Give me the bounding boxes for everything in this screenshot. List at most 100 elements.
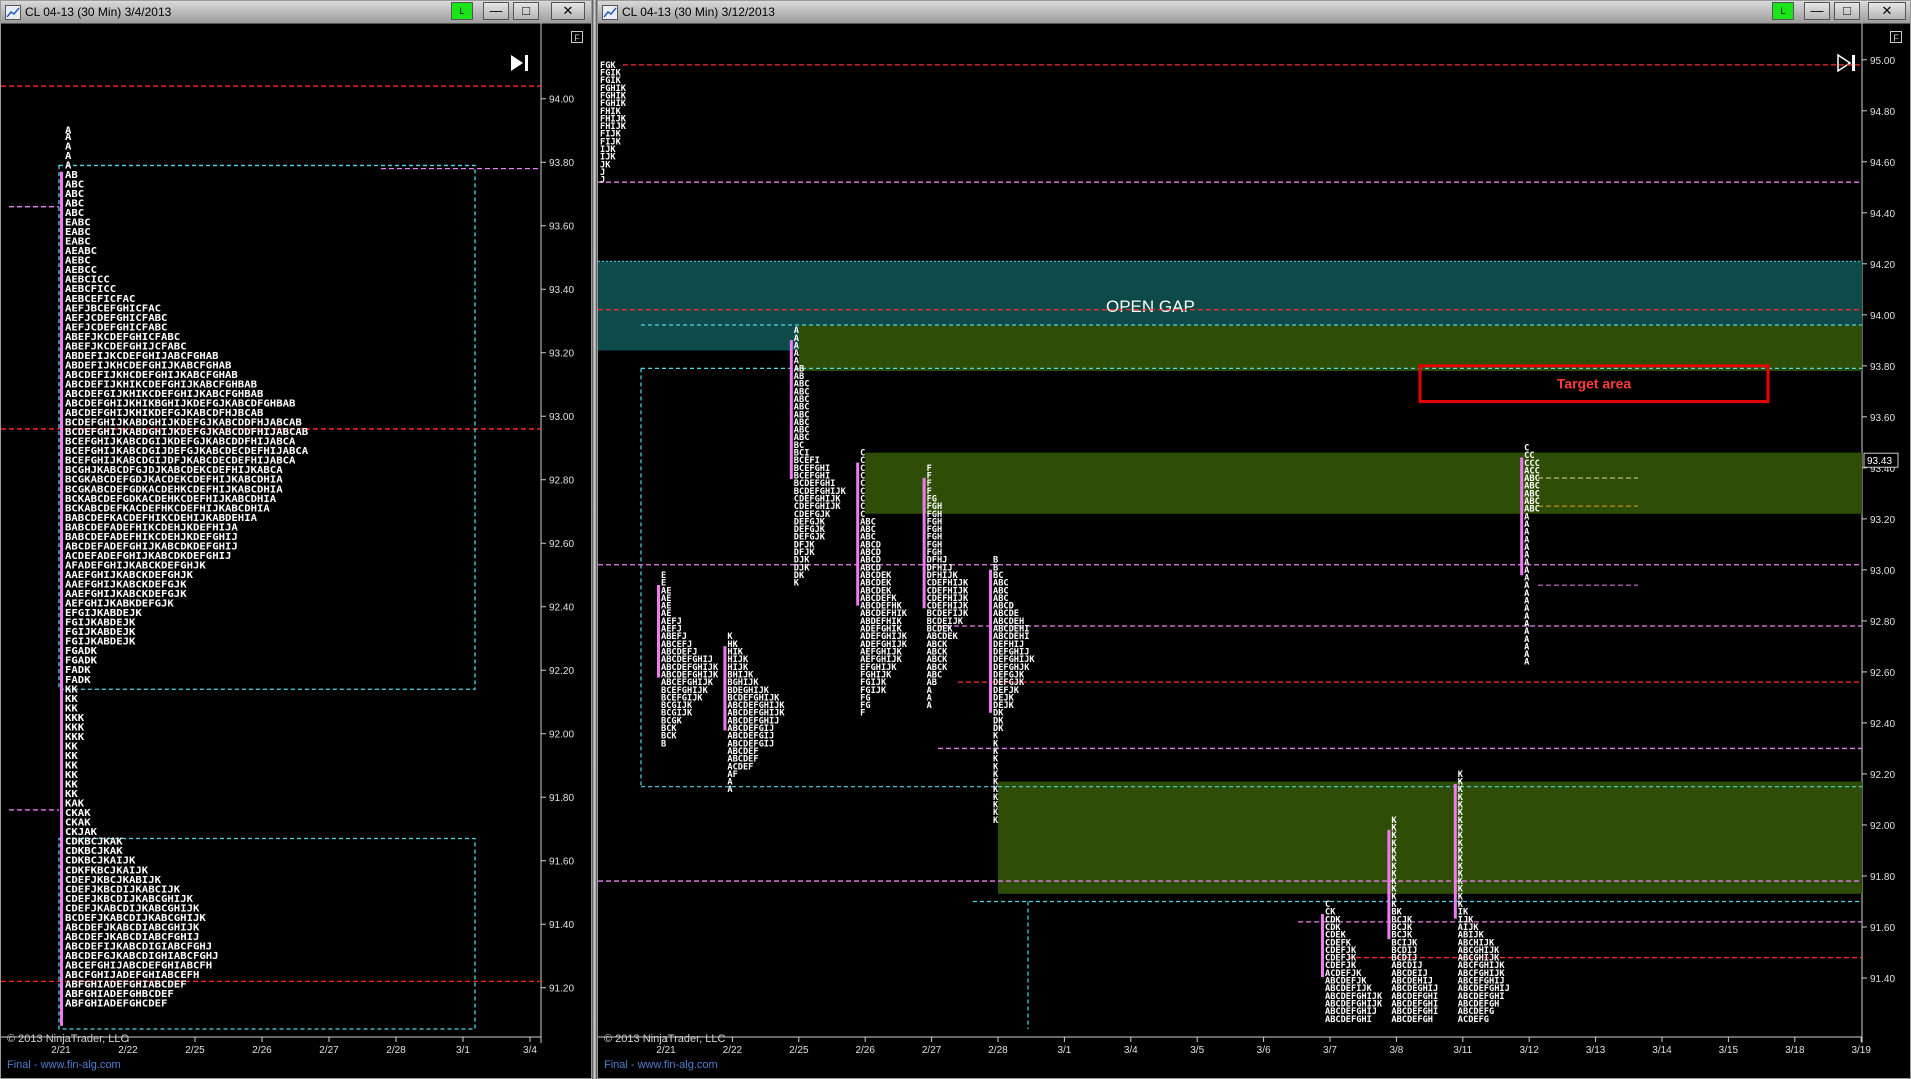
price-tick-label: 93.60 bbox=[549, 222, 574, 233]
time-tick-label: 3/8 bbox=[1389, 1045, 1403, 1056]
profile-range-bar bbox=[723, 646, 727, 731]
play-end-icon bbox=[511, 55, 523, 71]
window-title: CL 04-13 (30 Min) 3/4/2013 bbox=[25, 5, 172, 19]
market-profile-chart[interactable]: 95.00 94.80 94.60 94.40 94.20 94.00 93.80 93.60… bbox=[598, 23, 1910, 1078]
price-tick-label: 91.20 bbox=[549, 984, 574, 995]
profile-range-bar bbox=[789, 340, 793, 480]
tpo-row: A bbox=[727, 785, 732, 795]
footer-link[interactable]: Final - www.fin-alg.com bbox=[7, 1059, 121, 1071]
time-tick-label: 3/12 bbox=[1519, 1045, 1539, 1056]
chart-plot-area[interactable]: 94.00 93.80 93.60 93.40 93.20 93.00 92.80 92.60… bbox=[1, 23, 591, 1078]
profile-range-bar bbox=[1321, 914, 1324, 978]
price-tick-label: 94.40 bbox=[1870, 209, 1895, 220]
link-l-button[interactable]: L bbox=[451, 2, 473, 20]
time-tick-label: 3/15 bbox=[1719, 1045, 1739, 1056]
maximize-button[interactable]: □ bbox=[1834, 2, 1860, 20]
tpo-row: A bbox=[927, 701, 932, 711]
chart-window-right[interactable]: CL 04-13 (30 Min) 3/12/2013 L — □ ✕ 95.0… bbox=[597, 0, 1911, 1079]
time-tick-label: 3/13 bbox=[1586, 1045, 1606, 1056]
price-tick-label: 93.80 bbox=[1870, 362, 1895, 373]
price-tick-label: 93.00 bbox=[1870, 566, 1895, 577]
last-price-label: 93.43 bbox=[1867, 456, 1892, 467]
price-tick-label: 93.60 bbox=[1870, 413, 1895, 424]
tpo-row: B bbox=[661, 739, 666, 749]
price-tick-label: 95.00 bbox=[1870, 56, 1895, 67]
axis-format-button[interactable]: F bbox=[571, 31, 583, 43]
time-tick-label: 2/27 bbox=[319, 1045, 339, 1056]
time-tick-label: 3/18 bbox=[1785, 1045, 1805, 1056]
time-tick-label: 3/1 bbox=[456, 1045, 470, 1056]
time-tick-label: 2/25 bbox=[185, 1045, 205, 1056]
play-end-icon-bar bbox=[1852, 55, 1855, 71]
price-tick-label: 94.80 bbox=[1870, 107, 1895, 118]
play-end-icon-bar bbox=[525, 55, 528, 71]
profile-range-bar bbox=[922, 477, 926, 609]
profile-range-bar bbox=[856, 462, 860, 606]
price-tick-label: 93.80 bbox=[549, 158, 574, 169]
copyright-text: © 2013 NinjaTrader, LLC bbox=[7, 1033, 129, 1045]
time-tick-label: 3/5 bbox=[1190, 1045, 1204, 1056]
profile-range-bar bbox=[1520, 457, 1524, 576]
price-tick-label: 94.00 bbox=[549, 95, 574, 106]
price-tick-label: 93.20 bbox=[1870, 515, 1895, 526]
support-resistance-zone bbox=[865, 452, 1862, 514]
minimize-button[interactable]: — bbox=[1804, 2, 1830, 20]
minimize-button[interactable]: — bbox=[483, 2, 509, 20]
tpo-row: J bbox=[600, 176, 605, 186]
price-tick-label: 93.20 bbox=[549, 349, 574, 360]
title-bar[interactable]: CL 04-13 (30 Min) 3/12/2013 L — □ ✕ bbox=[598, 1, 1910, 24]
tpo-row: F bbox=[860, 709, 865, 719]
tpo-row: ABCDEFGH bbox=[1391, 1015, 1433, 1025]
link-l-button[interactable]: L bbox=[1772, 2, 1794, 20]
chart-plot-area[interactable]: 95.00 94.80 94.60 94.40 94.20 94.00 93.80 93.60… bbox=[598, 23, 1910, 1078]
price-tick-label: 91.80 bbox=[1870, 872, 1895, 883]
footer-link[interactable]: Final - www.fin-alg.com bbox=[604, 1059, 718, 1071]
time-tick-label: 2/28 bbox=[386, 1045, 406, 1056]
title-bar[interactable]: CL 04-13 (30 Min) 3/4/2013 L — □ ✕ bbox=[1, 1, 591, 24]
tpo-row: ABFGHIADEFGHCDEF bbox=[65, 999, 168, 1010]
profile-range-bar bbox=[1387, 829, 1391, 940]
price-tick-label: 93.00 bbox=[549, 412, 574, 423]
profile-range-bar bbox=[60, 171, 63, 1026]
price-tick-label: 94.20 bbox=[1870, 260, 1895, 271]
time-tick-label: 2/27 bbox=[922, 1045, 942, 1056]
time-tick-label: 2/21 bbox=[656, 1045, 676, 1056]
tpo-row: A bbox=[1524, 658, 1529, 668]
time-tick-label: 3/11 bbox=[1453, 1045, 1472, 1056]
profile-range-bar bbox=[657, 584, 660, 678]
support-resistance-zone bbox=[798, 325, 1862, 371]
tpo-row: ACDEFG bbox=[1458, 1015, 1489, 1025]
time-tick-label: 3/19 bbox=[1851, 1045, 1871, 1056]
support-resistance-zone bbox=[998, 781, 1862, 894]
price-tick-label: 92.00 bbox=[549, 730, 574, 741]
price-tick-label: 91.80 bbox=[549, 793, 574, 804]
price-tick-label: 92.80 bbox=[549, 476, 574, 487]
axis-format-button[interactable]: F bbox=[1890, 31, 1902, 43]
time-tick-label: 3/1 bbox=[1057, 1045, 1071, 1056]
maximize-button[interactable]: □ bbox=[513, 2, 539, 20]
price-tick-label: 92.80 bbox=[1870, 617, 1895, 628]
price-tick-label: 92.40 bbox=[1870, 719, 1895, 730]
profile-range-bar bbox=[1453, 783, 1457, 919]
price-tick-label: 91.40 bbox=[549, 920, 574, 931]
chart-app-icon bbox=[602, 5, 618, 20]
price-tick-label: 92.40 bbox=[549, 603, 574, 614]
price-tick-label: 92.20 bbox=[549, 666, 574, 677]
tpo-row: K bbox=[993, 816, 999, 826]
time-tick-label: 2/25 bbox=[789, 1045, 809, 1056]
price-tick-label: 92.60 bbox=[1870, 668, 1895, 679]
chart-app-icon bbox=[5, 5, 21, 20]
open-gap-label: OPEN GAP bbox=[1106, 297, 1195, 316]
close-button[interactable]: ✕ bbox=[551, 2, 585, 20]
price-tick-label: 92.60 bbox=[549, 539, 574, 550]
window-title: CL 04-13 (30 Min) 3/12/2013 bbox=[622, 5, 775, 19]
close-button[interactable]: ✕ bbox=[1868, 2, 1906, 20]
play-end-icon bbox=[1837, 53, 1852, 73]
price-tick-label: 91.60 bbox=[1870, 923, 1895, 934]
time-tick-label: 2/22 bbox=[723, 1045, 743, 1056]
price-tick-label: 92.00 bbox=[1870, 821, 1895, 832]
time-tick-label: 2/21 bbox=[51, 1045, 71, 1056]
market-profile-chart[interactable]: 94.00 93.80 93.60 93.40 93.20 93.00 92.80 92.60… bbox=[1, 23, 591, 1078]
profile-range-bar bbox=[989, 569, 992, 713]
chart-window-left[interactable]: CL 04-13 (30 Min) 3/4/2013 L — □ ✕ 94.00… bbox=[0, 0, 592, 1079]
